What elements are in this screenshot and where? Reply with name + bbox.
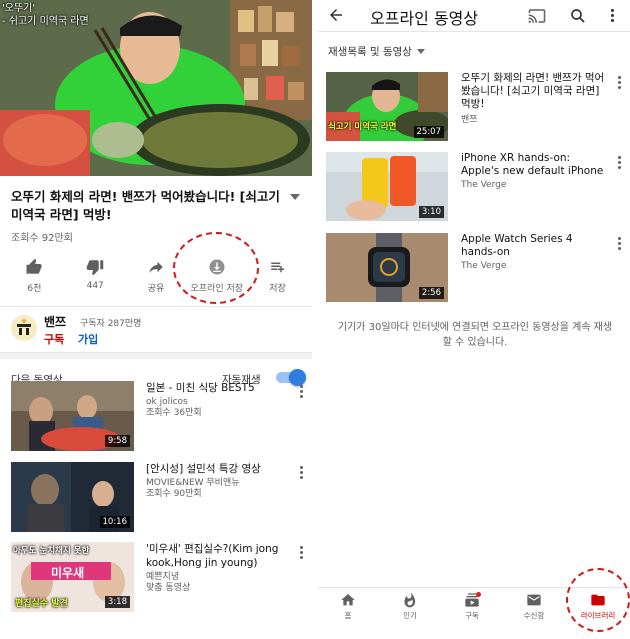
nav-home[interactable]: 홈 [318, 592, 378, 621]
dislike-button[interactable]: 447 [67, 258, 123, 300]
channel-name[interactable]: 밴쯔 [44, 313, 66, 330]
thumbs-down-icon [86, 260, 104, 276]
channel-row[interactable]: 밴쯔 구독자 287만명 구독 가입 [0, 307, 312, 352]
video-channel: ok jolicos [146, 397, 188, 407]
video-title: 오뚜기 화제의 라면! 밴쯔가 먹어봤습니다! [쇠고기 미역국 라면] 먹방! [11, 189, 280, 222]
page-title: 오프라인 동영상 [370, 9, 479, 28]
duration-badge: 10:16 [99, 516, 130, 528]
highlight-annotation [173, 232, 259, 304]
view-count: 조회수 92만회 [11, 233, 73, 244]
highlight-annotation [566, 568, 630, 632]
nav-trending-label: 인기 [403, 611, 417, 620]
video-views: 맞춤 동영상 [146, 583, 191, 593]
like-button[interactable]: 6천 [6, 258, 62, 300]
video-title[interactable]: [안시성] 설민석 특강 영상 [146, 462, 288, 476]
duration-badge: 9:58 [104, 435, 130, 447]
thumbnail-text-top: 아무도 눈치채지 못한 [13, 546, 90, 556]
video-title[interactable]: 오뚜기 화제의 라면! 밴쯔가 먹어봤습니다! [쇠고기 미역국 라면] 먹방! [461, 72, 606, 111]
more-options-icon[interactable] [300, 546, 304, 561]
video-title-row[interactable]: 오뚜기 화제의 라면! 밴쯔가 먹어봤습니다! [쇠고기 미역국 라면] 먹방! [0, 176, 312, 224]
flame-icon [404, 592, 416, 608]
nav-home-label: 홈 [344, 611, 352, 620]
video-title[interactable]: Apple Watch Series 4 hands-on [461, 233, 606, 259]
video-channel: 예쁜지녕 [146, 572, 180, 582]
more-options-icon[interactable] [618, 156, 622, 171]
nav-inbox[interactable]: 수신함 [504, 592, 564, 621]
like-count: 6천 [27, 284, 42, 294]
video-channel: 밴쯔 [461, 115, 478, 125]
channel-logo-icon [11, 315, 37, 341]
sort-label[interactable]: 재생목록 및 동영상 [328, 44, 412, 59]
offline-video-item[interactable]: 2:56 Apple Watch Series 4 hands-on The V… [318, 233, 630, 305]
share-arrow-icon [149, 261, 163, 273]
mail-icon [527, 594, 541, 606]
subscribe-button[interactable]: 구독 [44, 331, 64, 347]
video-caption-overlay: '오뚜기' - 쉬고기 미역국 라면 [2, 2, 89, 28]
video-channel: The Verge [461, 180, 507, 190]
nav-trending[interactable]: 인기 [380, 592, 440, 621]
nav-subscriptions[interactable]: 구독 [442, 592, 502, 621]
video-player[interactable]: '오뚜기' - 쉬고기 미역국 라면 [0, 0, 312, 176]
section-divider [0, 352, 312, 359]
home-icon [341, 594, 355, 606]
more-options-icon[interactable] [300, 466, 304, 481]
duration-badge: 3:18 [104, 596, 130, 608]
search-icon[interactable] [569, 7, 587, 25]
caption-line-1: '오뚜기' [2, 3, 36, 14]
thumbnail-text-bottom: 편집실수 발견 [15, 599, 68, 609]
more-options-icon[interactable] [618, 237, 622, 252]
share-label: 공유 [147, 284, 165, 294]
video-thumbnail[interactable]: 9:58 [11, 381, 134, 451]
video-thumbnail[interactable]: 10:16 [11, 462, 134, 532]
video-channel: The Verge [461, 261, 507, 271]
video-views: 조회수 90만회 [146, 489, 202, 499]
video-title[interactable]: '미우새' 편집실수?(Kim jong kook,Hong jin young… [146, 542, 288, 570]
app-bar: 오프라인 동영상 [318, 0, 630, 32]
duration-badge: 3:10 [418, 206, 444, 218]
video-channel: MOVIE&NEW 무비앤뉴 [146, 478, 240, 488]
thumbnail-text: 쇠고기 미역국 라면 [328, 122, 397, 132]
expand-description-icon[interactable] [290, 194, 300, 200]
offline-video-item[interactable]: 쇠고기 미역국 라면 25:07 오뚜기 화제의 라면! 밴쯔가 먹어봤습니다!… [318, 72, 630, 144]
more-options-icon[interactable] [618, 76, 622, 91]
sort-row[interactable]: 재생목록 및 동영상 [318, 32, 630, 70]
offline-info-note: 기기가 30일마다 인터넷에 연결되면 오프라인 동영상을 계속 재생할 수 있… [337, 322, 613, 348]
video-actions: 6천 447 공유 오프라인 저장 저장 [0, 244, 312, 300]
nav-inbox-label: 수신함 [523, 611, 545, 620]
notification-dot [476, 592, 481, 597]
offline-videos-page: 오프라인 동영상 재생목록 및 동영상 쇠고기 미역국 라면 25:07 오뚜기… [318, 0, 630, 639]
dropdown-caret-icon[interactable] [417, 49, 425, 54]
video-thumbnail[interactable]: 아무도 눈치채지 못한 미우새 편집실수 발견 3:18 [11, 542, 134, 612]
video-thumbnail[interactable]: 2:56 [326, 233, 448, 302]
playlist-add-icon [270, 262, 284, 273]
more-options-icon[interactable] [300, 385, 304, 400]
save-label: 저장 [269, 284, 286, 294]
back-arrow-icon[interactable] [327, 6, 345, 24]
video-views: 조회수 36만회 [146, 408, 202, 418]
cast-icon[interactable] [528, 7, 546, 25]
channel-avatar[interactable] [11, 315, 37, 341]
video-watch-page: '오뚜기' - 쉬고기 미역국 라면 오뚜기 화제의 라면! 밴쯔가 먹어봤습니… [0, 0, 312, 639]
offline-video-item[interactable]: 3:10 iPhone XR hands-on: Apple's new def… [318, 152, 630, 224]
caption-line-2: - 쉬고기 미역국 라면 [2, 16, 89, 27]
subscriber-count: 구독자 287만명 [80, 319, 142, 329]
video-title[interactable]: 일본 - 미친 식당 BEST5 [146, 381, 288, 395]
recommended-video-item[interactable]: 아무도 눈치채지 못한 미우새 편집실수 발견 3:18 '미우새' 편집실수?… [0, 542, 312, 614]
more-options-icon[interactable] [611, 9, 615, 24]
thumbnail-text-mid: 미우새 [51, 566, 85, 580]
recommended-video-item[interactable]: 10:16 [안시성] 설민석 특강 영상 MOVIE&NEW 무비앤뉴 조회수… [0, 462, 312, 534]
video-thumbnail[interactable]: 쇠고기 미역국 라면 25:07 [326, 72, 448, 141]
video-thumbnail[interactable]: 3:10 [326, 152, 448, 221]
duration-badge: 2:56 [418, 287, 444, 299]
recommended-video-item[interactable]: 9:58 일본 - 미친 식당 BEST5 ok jolicos 조회수 36만… [0, 381, 312, 453]
duration-badge: 25:07 [413, 126, 444, 138]
video-title[interactable]: iPhone XR hands-on: Apple's new default … [461, 152, 606, 178]
dislike-count: 447 [86, 281, 104, 291]
nav-subscriptions-label: 구독 [465, 611, 479, 620]
thumbs-up-icon [26, 258, 42, 274]
join-button[interactable]: 가입 [78, 331, 98, 347]
